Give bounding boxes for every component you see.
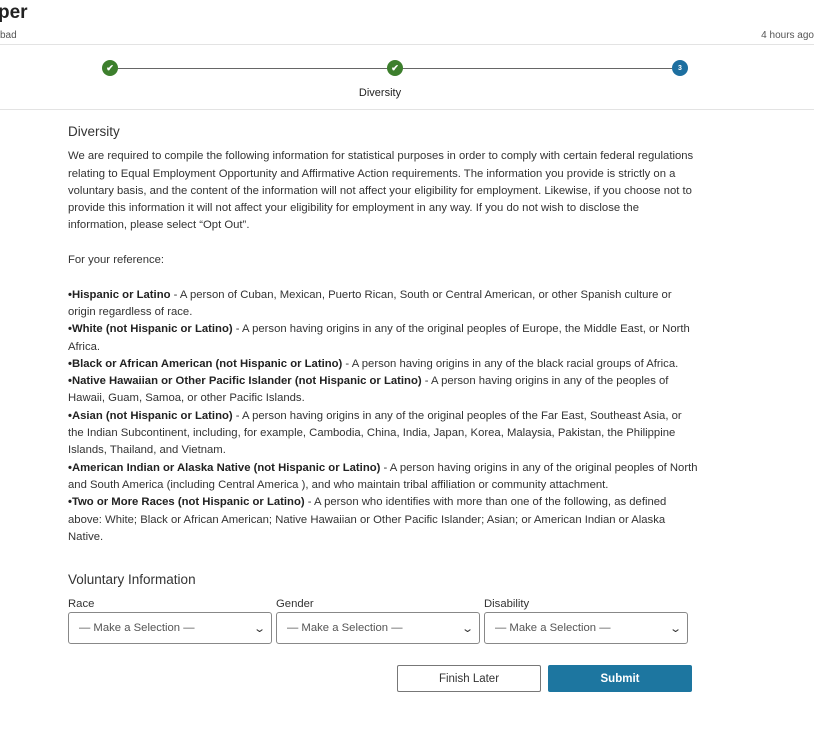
gender-value: — Make a Selection — [287, 622, 403, 634]
reference-text: For your reference: [68, 254, 165, 267]
chevron-down-icon: ⌄ [668, 622, 682, 635]
chevron-down-icon: ⌄ [460, 622, 474, 635]
disability-label: Disability [484, 598, 530, 610]
finish-later-button[interactable]: Finish Later [397, 665, 541, 692]
disability-field: Disability — Make a Selection — ⌄ [484, 598, 688, 644]
step-1-check-icon: ✔ [102, 60, 118, 76]
definition-item: •White (not Hispanic or Latino) - A pers… [68, 321, 698, 356]
definition-item: •Hispanic or Latino - A person of Cuban,… [68, 287, 698, 322]
definition-text: - A person having origins in any of the … [342, 357, 679, 370]
diversity-heading: Diversity [68, 124, 120, 139]
definition-term: •Hispanic or Latino [68, 288, 171, 301]
definitions-list: •Hispanic or Latino - A person of Cuban,… [68, 287, 698, 546]
gender-select[interactable]: — Make a Selection — ⌄ [276, 612, 480, 644]
definition-term: •Asian (not Hispanic or Latino) [68, 409, 233, 422]
definition-term: •Two or More Races (not Hispanic or Lati… [68, 496, 305, 509]
definition-item: •Black or African American (not Hispanic… [68, 356, 698, 373]
definition-item: •Native Hawaiian or Other Pacific Island… [68, 373, 698, 408]
definition-term: •White (not Hispanic or Latino) [68, 323, 233, 336]
race-label: Race [68, 598, 95, 610]
divider [0, 44, 814, 45]
gender-label: Gender [276, 598, 314, 610]
race-field: Race — Make a Selection — ⌄ [68, 598, 272, 644]
chevron-down-icon: ⌄ [252, 622, 266, 635]
disability-value: — Make a Selection — [495, 622, 611, 634]
diversity-section: Diversity We are required to compile the… [68, 123, 698, 546]
voluntary-heading: Voluntary Information [68, 572, 196, 587]
race-select[interactable]: — Make a Selection — ⌄ [68, 612, 272, 644]
definition-item: •American Indian or Alaska Native (not H… [68, 460, 698, 495]
race-value: — Make a Selection — [79, 622, 195, 634]
submit-button[interactable]: Submit [548, 665, 692, 692]
timestamp: 4 hours ago [761, 30, 814, 41]
step-3-current: 3 [672, 60, 688, 76]
definition-term: •Black or African American (not Hispanic… [68, 357, 343, 370]
disability-select[interactable]: — Make a Selection — ⌄ [484, 612, 688, 644]
definition-item: •Asian (not Hispanic or Latino) - A pers… [68, 408, 698, 460]
gender-field: Gender — Make a Selection — ⌄ [276, 598, 480, 644]
intro-text: We are required to compile the following… [68, 150, 694, 232]
step-label: Diversity [358, 87, 402, 99]
divider [0, 109, 814, 110]
step-2-check-icon: ✔ [387, 60, 403, 76]
definition-term: •American Indian or Alaska Native (not H… [68, 461, 381, 474]
page-subtitle: bad [0, 30, 17, 41]
definition-term: •Native Hawaiian or Other Pacific Island… [68, 375, 422, 388]
definition-item: •Two or More Races (not Hispanic or Lati… [68, 494, 698, 546]
page-title: per [0, 2, 28, 23]
